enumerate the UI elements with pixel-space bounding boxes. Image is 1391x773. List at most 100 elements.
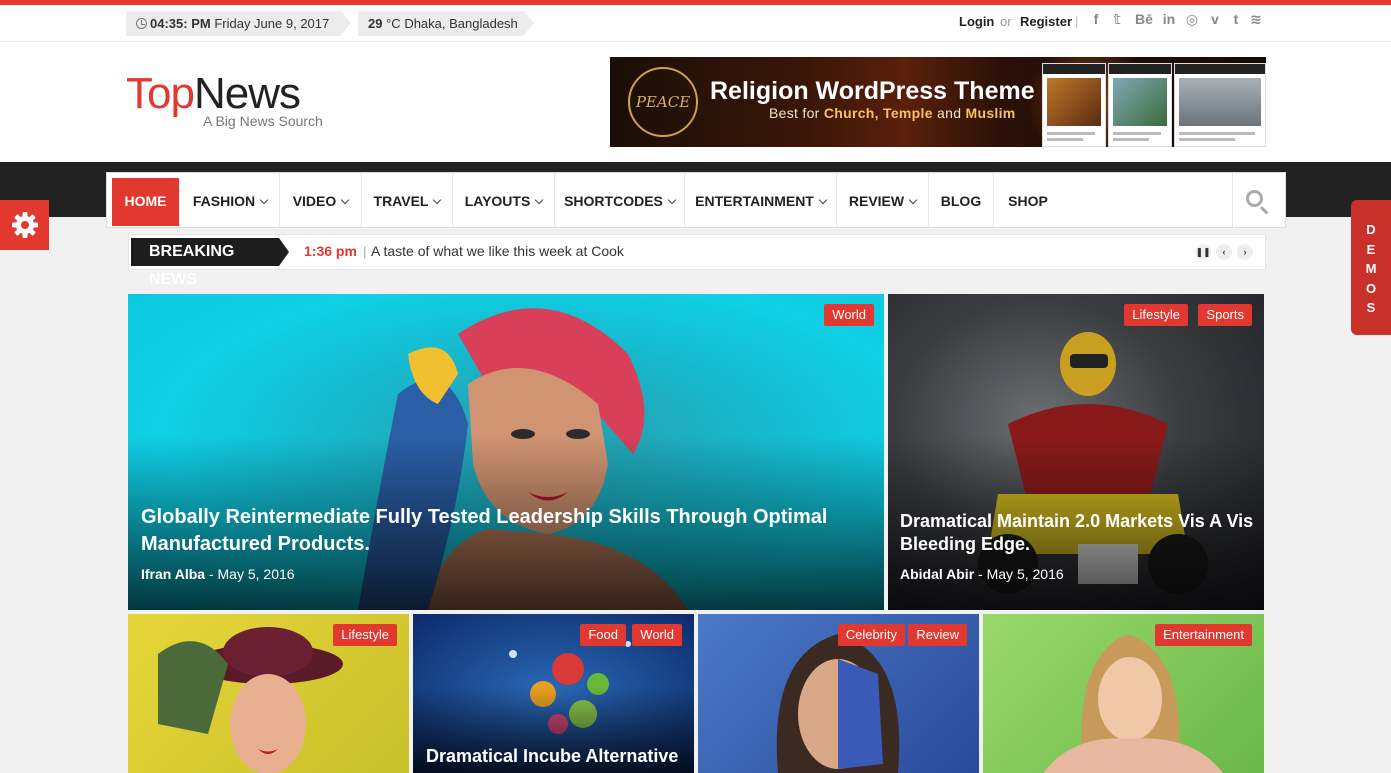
post-author[interactable]: Ifran Alba [141, 566, 205, 582]
nav-item-label: TRAVEL [373, 193, 429, 209]
nav-item-label: REVIEW [848, 193, 905, 209]
category-tag[interactable]: Lifestyle [1124, 304, 1188, 326]
post-meta: Ifran Alba - May 5, 2016 [141, 566, 295, 582]
instagram-icon[interactable]: ◎ [1183, 11, 1201, 28]
banner-subtitle-and: and [937, 105, 962, 121]
nav-item-entertainment[interactable]: ENTERTAINMENT [685, 173, 837, 227]
pause-icon[interactable]: ❚❚ [1195, 244, 1211, 260]
nav-item-label: SHOP [1008, 193, 1048, 209]
nav-item-blog[interactable]: BLOG [929, 173, 994, 227]
top-bar: 04:35: PM Friday June 9, 2017 29 °C Dhak… [0, 5, 1391, 42]
breaking-headline[interactable]: A taste of what we like this week at Coo… [371, 243, 624, 259]
chevron-down-icon [535, 195, 544, 205]
nav-item-label: VIDEO [292, 193, 337, 209]
chevron-right-icon[interactable]: › [1237, 244, 1253, 260]
banner-seal-logo: PEACE [628, 67, 698, 137]
banner-subtitle: Best for Church, Temple and Muslim [769, 105, 1016, 121]
logo-part-top: Top [126, 69, 195, 118]
nav-item-label: SHORTCODES [564, 193, 663, 209]
demos-letter: O [1365, 280, 1377, 296]
category-tag[interactable]: World [632, 624, 682, 646]
twitter-icon[interactable]: 𝕥 [1108, 11, 1126, 28]
nav-item-shop[interactable]: SHOP [994, 173, 1062, 227]
post-date: May 5, 2016 [217, 566, 295, 582]
category-tag[interactable]: Lifestyle [333, 624, 397, 646]
search-icon [1246, 190, 1263, 207]
demos-letter: E [1366, 241, 1376, 257]
search-button[interactable] [1232, 173, 1285, 227]
nav-item-travel[interactable]: TRAVEL [362, 173, 453, 227]
chevron-down-icon [341, 195, 350, 205]
featured-post-main[interactable]: World Globally Reintermediate Fully Test… [128, 294, 884, 610]
post-author[interactable]: Abidal Abir [900, 566, 974, 582]
temperature-unit: °C [386, 16, 401, 31]
nav-item-video[interactable]: VIDEO [280, 173, 362, 227]
post-card[interactable]: Food World Dramatical Incube Alternative [413, 614, 694, 773]
divider: | [1075, 14, 1079, 29]
nav-item-layouts[interactable]: LAYOUTS [453, 173, 555, 227]
banner-subtitle-prefix: Best for [769, 105, 820, 121]
post-title[interactable]: Globally Reintermediate Fully Tested Lea… [141, 504, 841, 558]
post-title[interactable]: Dramatical Incube Alternative [426, 745, 686, 768]
vimeo-icon[interactable]: v [1206, 11, 1224, 27]
chevron-down-icon [667, 195, 677, 205]
current-time: 04:35: PM [150, 16, 211, 31]
demos-letter: D [1366, 222, 1376, 237]
main-navigation: HOME FASHION VIDEO TRAVEL LAYOUTS SHORTC… [106, 172, 1286, 228]
chevron-down-icon [818, 195, 828, 205]
weather-widget: 29 °C Dhaka, Bangladesh [358, 11, 534, 36]
banner-preview-2 [1108, 63, 1172, 147]
post-meta: Abidal Abir - May 5, 2016 [900, 566, 1064, 582]
post-title[interactable]: Dramatical Maintain 2.0 Markets Vis A Vi… [900, 510, 1255, 556]
demos-letter: S [1366, 300, 1376, 315]
location: Dhaka, Bangladesh [404, 16, 518, 31]
breaking-time: 1:36 pm [304, 243, 357, 259]
facebook-icon[interactable]: f [1087, 11, 1105, 27]
category-tag[interactable]: Entertainment [1155, 624, 1252, 646]
nav-item-fashion[interactable]: FASHION [181, 173, 280, 227]
nav-item-label: ENTERTAINMENT [695, 193, 814, 209]
ad-banner[interactable]: PEACE Religion WordPress Theme Best for … [610, 57, 1266, 147]
category-tag[interactable]: Sports [1198, 304, 1252, 326]
site-logo[interactable]: TopNews [126, 69, 301, 118]
rss-icon[interactable]: ≋ [1247, 11, 1265, 28]
category-tag[interactable]: Food [580, 624, 626, 646]
nav-item-review[interactable]: REVIEW [837, 173, 929, 227]
tumblr-icon[interactable]: t [1227, 11, 1245, 27]
post-card[interactable]: Celebrity Review [698, 614, 979, 773]
nav-item-shortcodes[interactable]: SHORTCODES [555, 173, 685, 227]
nav-item-label: BLOG [940, 193, 982, 209]
chevron-down-icon [908, 195, 918, 205]
logo-part-news: News [193, 69, 301, 118]
category-tag[interactable]: Review [908, 624, 967, 646]
register-link[interactable]: Register [1020, 14, 1072, 29]
or-text: or [1000, 14, 1012, 29]
category-tag[interactable]: World [824, 304, 874, 326]
nav-item-label: HOME [124, 193, 167, 209]
nav-item-label: FASHION [192, 193, 256, 209]
banner-title: Religion WordPress Theme [710, 77, 1035, 105]
demos-letter: M [1365, 261, 1377, 276]
breaking-news-label: BREAKING NEWS [131, 238, 289, 288]
logo-tagline: A Big News Sourch [203, 113, 323, 129]
banner-preview-3 [1174, 63, 1266, 147]
category-tag[interactable]: Celebrity [837, 624, 905, 646]
linkedin-icon[interactable]: in [1160, 11, 1178, 27]
nav-item-home[interactable]: HOME [112, 178, 180, 226]
temperature: 29 [368, 16, 383, 31]
current-date: Friday June 9, 2017 [214, 16, 330, 31]
behance-icon[interactable]: Bē [1133, 11, 1155, 27]
featured-post-side[interactable]: Lifestyle Sports Dramatical Maintain 2.0… [888, 294, 1264, 610]
demos-tab[interactable]: D E M O S [1351, 200, 1391, 335]
post-card[interactable]: Entertainment [983, 614, 1264, 773]
clock-icon [136, 18, 147, 29]
chevron-left-icon[interactable]: ‹ [1216, 244, 1232, 260]
post-card[interactable]: Lifestyle [128, 614, 409, 773]
nav-item-label: LAYOUTS [464, 193, 531, 209]
banner-subtitle-highlight: Church, Temple [823, 105, 933, 121]
settings-button[interactable] [0, 200, 49, 250]
login-link[interactable]: Login [959, 14, 994, 29]
breaking-divider: | [363, 243, 367, 259]
post-date: May 5, 2016 [986, 566, 1064, 582]
chevron-down-icon [433, 195, 442, 205]
